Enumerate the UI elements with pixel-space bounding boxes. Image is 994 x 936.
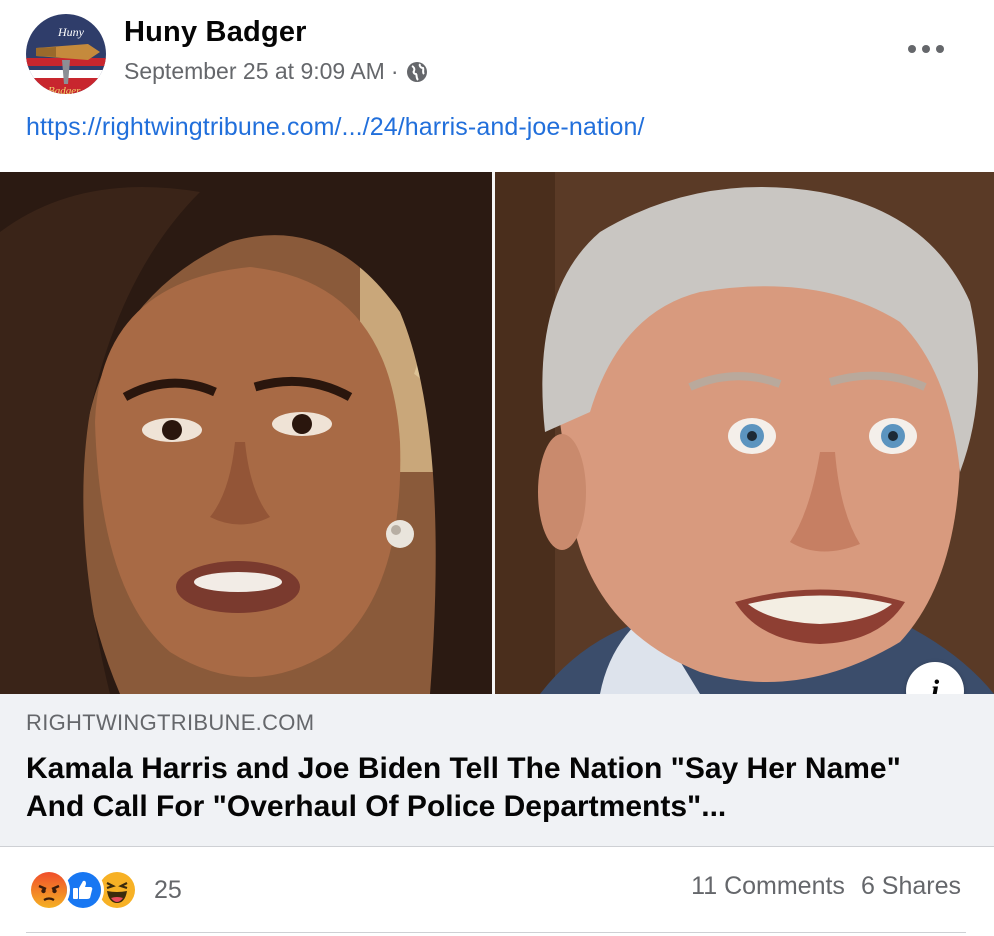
avatar-image: Huny Badger <box>26 14 106 94</box>
avatar[interactable]: Huny Badger <box>26 14 106 94</box>
post-meta: September 25 at 9:09 AM · <box>124 58 429 85</box>
link-preview-image[interactable] <box>0 172 994 694</box>
link-headline[interactable]: Kamala Harris and Joe Biden Tell The Nat… <box>26 750 956 826</box>
author-name[interactable]: Huny Badger <box>124 16 307 49</box>
bottom-divider <box>26 932 966 933</box>
engagement-stats: 11 Comments 6 Shares <box>691 872 961 901</box>
avatar-text-bottom: Badger <box>48 85 81 94</box>
more-options-icon[interactable] <box>904 34 948 64</box>
timestamp[interactable]: September 25 at 9:09 AM <box>124 58 385 85</box>
angry-reaction-icon <box>28 869 70 911</box>
globe-icon[interactable] <box>405 60 429 84</box>
post-link[interactable]: https://rightwingtribune.com/.../24/harr… <box>26 113 645 142</box>
comments-count[interactable]: 11 Comments <box>691 872 845 901</box>
link-preview-card[interactable]: RIGHTWINGTRIBUNE.COM Kamala Harris and J… <box>0 694 994 846</box>
stats-gap <box>845 872 861 901</box>
divider <box>0 846 994 847</box>
reactions-summary[interactable]: 25 <box>28 868 182 912</box>
link-domain: RIGHTWINGTRIBUNE.COM <box>26 710 315 735</box>
avatar-text-top: Huny <box>57 25 85 39</box>
meta-separator: · <box>390 58 399 84</box>
post-header: Huny Badger Huny Badger September 25 at … <box>0 0 994 141</box>
shares-count[interactable]: 6 Shares <box>861 872 961 901</box>
reaction-count[interactable]: 25 <box>154 876 182 905</box>
